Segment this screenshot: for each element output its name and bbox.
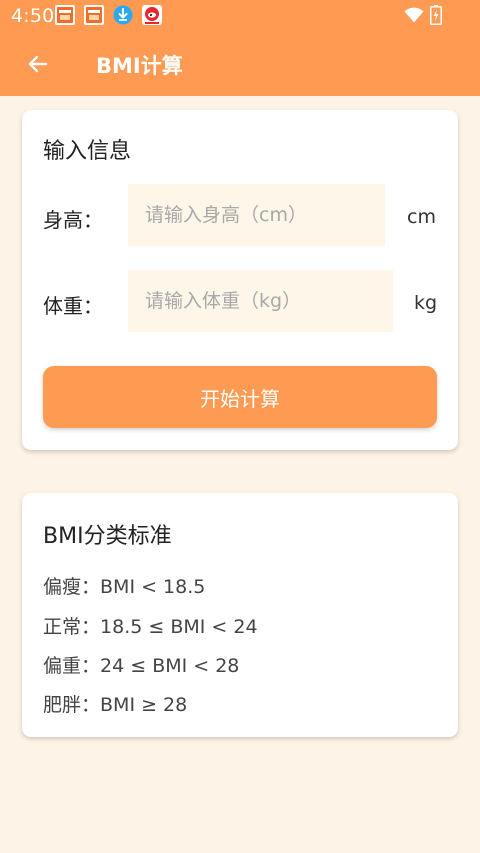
store-icon [55, 5, 75, 25]
arrow-left-icon [28, 55, 48, 73]
weight-label: 体重： [43, 294, 103, 318]
bmi-category-range: BMI < 18.5 [100, 576, 206, 598]
height-label: 身高： [43, 208, 103, 232]
weight-input[interactable] [128, 270, 393, 332]
input-card-title: 输入信息 [43, 139, 132, 164]
bmi-category-label: 偏重： [43, 655, 101, 677]
bmi-category-range: 24 ≤ BMI < 28 [100, 655, 240, 677]
calculate-button[interactable]: 开始计算 [43, 366, 437, 428]
height-input[interactable] [128, 184, 385, 246]
bmi-standard-title: BMI分类标准 [43, 524, 172, 549]
app-bar: BMI计算 [0, 32, 480, 96]
bmi-category-label: 肥胖： [43, 694, 101, 716]
page-title: BMI计算 [96, 54, 183, 78]
bmi-standard-item: 正常：18.5 ≤ BMI < 24 [43, 612, 258, 639]
download-icon [113, 5, 133, 25]
status-bar: 4:50 [0, 0, 480, 32]
weight-unit: kg [414, 292, 438, 314]
back-button[interactable] [20, 46, 56, 82]
height-unit: cm [407, 206, 436, 228]
input-card: 输入信息 身高： cm 体重： kg 开始计算 [22, 110, 458, 450]
battery-charging-icon [430, 5, 442, 25]
bmi-standard-item: 偏瘦：BMI < 18.5 [43, 572, 205, 599]
weibo-icon [142, 5, 162, 25]
bmi-category-label: 正常： [43, 616, 101, 638]
store-icon [84, 5, 104, 25]
bmi-standard-item: 肥胖：BMI ≥ 28 [43, 690, 187, 717]
status-time: 4:50 [11, 5, 55, 27]
bmi-standard-item: 偏重：24 ≤ BMI < 28 [43, 651, 239, 678]
bmi-standard-card: BMI分类标准 偏瘦：BMI < 18.5 正常：18.5 ≤ BMI < 24… [22, 493, 458, 737]
bmi-category-label: 偏瘦： [43, 576, 101, 598]
bmi-category-range: BMI ≥ 28 [100, 694, 188, 716]
wifi-icon [404, 7, 424, 23]
bmi-category-range: 18.5 ≤ BMI < 24 [100, 616, 258, 638]
top-bar: 4:50 BMI计算 [0, 0, 480, 96]
